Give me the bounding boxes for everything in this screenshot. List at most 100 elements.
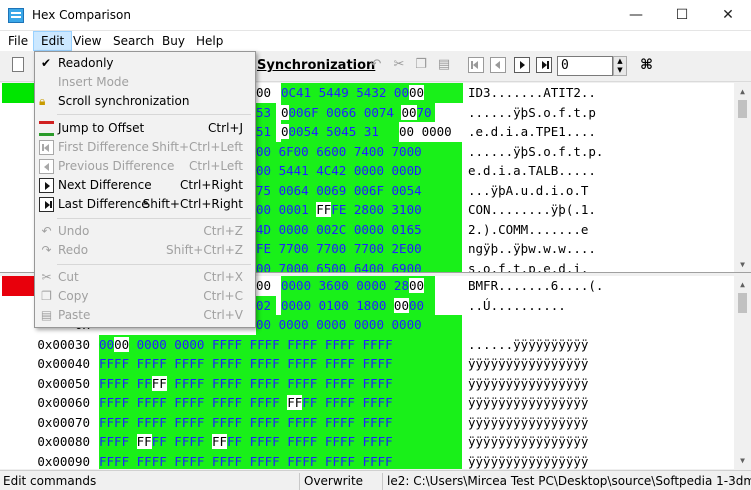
menu-item-readonly[interactable]: ✔ Readonly bbox=[37, 54, 253, 73]
menu-item-scroll-sync[interactable]: 🔒︎ Scroll synchronization bbox=[37, 92, 253, 111]
ascii-cell[interactable]: ÿÿÿÿÿÿÿÿÿÿÿÿÿÿÿÿ bbox=[468, 452, 588, 470]
address-cell: 0x00060 bbox=[37, 395, 90, 410]
hex-cell[interactable]: FFFF FFFF FFFF FFFF FFFF FFFF FFFF FFFF bbox=[99, 354, 462, 374]
menu-item-copy[interactable]: ❐ Copy Ctrl+C bbox=[37, 287, 253, 306]
cut-icon[interactable]: ✂ bbox=[391, 57, 407, 73]
lock-icon: 🔒︎ bbox=[39, 94, 46, 108]
ascii-cell[interactable]: ID3.......ATIT2.. bbox=[468, 83, 596, 103]
hex-cell[interactable]: 00054 5045 31 bbox=[281, 122, 399, 142]
hex-cell[interactable]: 0000 0100 1800 0000 bbox=[281, 295, 435, 315]
hex-cell[interactable]: FFFF FFFF FFFF FFFF FFFF FFFF FFFF FFFF bbox=[99, 393, 462, 413]
hex-cell[interactable]: 00 6F00 6600 7400 7000 bbox=[256, 141, 462, 161]
hex-cell[interactable]: 00 0000 bbox=[399, 122, 459, 142]
hex-cell[interactable]: FFFF FFFF FFFF FFFF FFFF FFFF FFFF FFFF bbox=[99, 432, 462, 452]
hex-cell[interactable]: 0000 3600 0000 2800 bbox=[281, 276, 435, 296]
ascii-cell[interactable]: ..Ú.......... bbox=[468, 296, 566, 316]
ascii-cell[interactable]: ......ÿþS.o.f.t.p. bbox=[468, 142, 603, 162]
menu-item-last-difference[interactable]: Last Difference Shift+Ctrl+Right bbox=[37, 195, 253, 214]
ascii-cell[interactable]: ÿÿÿÿÿÿÿÿÿÿÿÿÿÿÿÿ bbox=[468, 432, 588, 452]
hex-cell[interactable]: 0C41 5449 5432 0000 bbox=[281, 83, 463, 103]
new-file-icon[interactable] bbox=[12, 57, 24, 72]
hex-cell[interactable]: 51 bbox=[256, 122, 276, 142]
menu-item-undo[interactable]: ↶ Undo Ctrl+Z bbox=[37, 222, 253, 241]
paste-icon[interactable]: ▤ bbox=[436, 57, 452, 73]
scroll-down-icon[interactable]: ▼ bbox=[734, 452, 751, 469]
last-difference-icon[interactable] bbox=[536, 57, 552, 73]
ascii-cell[interactable]: BMFR.......6....(. bbox=[468, 276, 603, 296]
window-title: Hex Comparison bbox=[32, 8, 131, 22]
menu-item-first-difference[interactable]: First Difference Shift+Ctrl+Left bbox=[37, 138, 253, 157]
ascii-cell[interactable]: CON........ÿþ(.1. bbox=[468, 200, 596, 220]
hex-cell[interactable]: 4D 0000 002C 0000 0165 bbox=[256, 219, 462, 239]
next-difference-icon bbox=[39, 178, 54, 193]
hex-cell[interactable]: 00 0001 FFFE 2800 3100 bbox=[256, 200, 462, 220]
hex-cell[interactable]: FFFF FFFF FFFF FFFF FFFF FFFF FFFF FFFF bbox=[99, 412, 462, 432]
spin-down-icon[interactable]: ▼ bbox=[614, 66, 626, 75]
hex-cell[interactable]: 00 0000 0000 0000 0000 bbox=[256, 315, 462, 335]
hex-cell[interactable]: 0006F 0066 0074 0070 bbox=[281, 102, 435, 122]
ascii-cell[interactable]: 2.).COMM.......e bbox=[468, 220, 588, 240]
scroll-thumb[interactable] bbox=[738, 100, 747, 118]
menu-view[interactable]: View bbox=[66, 31, 108, 51]
menu-file[interactable]: File bbox=[1, 31, 35, 51]
copy-icon[interactable]: ❐ bbox=[413, 57, 429, 73]
ascii-cell[interactable]: ......ÿþS.o.f.t.p bbox=[468, 103, 596, 123]
hex-cell[interactable]: 0000 0000 0000 FFFF FFFF FFFF FFFF FFFF bbox=[99, 334, 462, 354]
hex-cell[interactable]: 53 bbox=[256, 102, 276, 122]
ascii-cell[interactable]: ÿÿÿÿÿÿÿÿÿÿÿÿÿÿÿÿ bbox=[468, 354, 588, 374]
hex-cell[interactable]: 00 bbox=[256, 83, 278, 103]
minimize-button[interactable]: — bbox=[613, 0, 659, 31]
hex-cell[interactable]: 02 bbox=[256, 295, 276, 315]
cut-icon: ✂ bbox=[41, 270, 52, 284]
hex-cell[interactable]: 00 5441 4C42 0000 000D bbox=[256, 161, 462, 181]
menu-item-redo[interactable]: ↷ Redo Shift+Ctrl+Z bbox=[37, 241, 253, 260]
scroll-up-icon[interactable]: ▲ bbox=[734, 276, 751, 293]
first-difference-icon[interactable] bbox=[468, 57, 484, 73]
menu-buy[interactable]: Buy bbox=[155, 31, 192, 51]
menu-item-jump-to-offset[interactable]: Jump to Offset Ctrl+J bbox=[37, 119, 253, 138]
address-cell: 0x00090 bbox=[37, 453, 90, 469]
ascii-cell[interactable]: ...ÿþA.u.d.i.o.T bbox=[468, 181, 588, 201]
scroll-up-icon[interactable]: ▲ bbox=[734, 83, 751, 100]
find-binoculars-icon[interactable]: ⌘ bbox=[640, 57, 653, 73]
menu-item-previous-difference[interactable]: Previous Difference Ctrl+Left bbox=[37, 157, 253, 176]
ascii-cell[interactable]: ngÿþ..ÿþw.w.w.... bbox=[468, 239, 596, 259]
ascii-cell[interactable]: ......ÿÿÿÿÿÿÿÿÿÿ bbox=[468, 335, 588, 355]
menu-item-paste[interactable]: ▤ Paste Ctrl+V bbox=[37, 306, 253, 325]
hex-cell[interactable]: 75 0064 0069 006F 0054 bbox=[256, 180, 462, 200]
maximize-button[interactable]: ☐ bbox=[659, 0, 705, 31]
synchronization-button[interactable]: Synchronization bbox=[257, 58, 375, 73]
ascii-cell[interactable]: ÿÿÿÿÿÿÿÿÿÿÿÿÿÿÿÿ bbox=[468, 413, 588, 433]
hex-cell[interactable]: FFFF FFFF FFFF FFFF FFFF FFFF FFFF FFFF bbox=[99, 451, 462, 469]
offset-spinner[interactable]: ▲ ▼ bbox=[613, 56, 627, 76]
hex-cell[interactable]: FFFF FFFF FFFF FFFF FFFF FFFF FFFF FFFF bbox=[99, 373, 462, 393]
table-row: 0x00070 FFFF FFFF FFFF FFFF FFFF FFFF FF… bbox=[0, 412, 751, 433]
previous-difference-icon bbox=[39, 159, 54, 174]
scroll-down-icon[interactable]: ▼ bbox=[734, 256, 751, 272]
ascii-cell[interactable]: ÿÿÿÿÿÿÿÿÿÿÿÿÿÿÿÿ bbox=[468, 374, 588, 394]
previous-difference-icon[interactable] bbox=[490, 57, 506, 73]
next-difference-icon[interactable] bbox=[514, 57, 530, 73]
hex-cell[interactable]: 00 7000 6500 6400 6900 bbox=[256, 258, 462, 272]
hex-cell[interactable]: 00 bbox=[256, 276, 278, 296]
ascii-cell[interactable]: e.d.i.a.TALB..... bbox=[468, 161, 596, 181]
hex-cell[interactable]: FE 7700 7700 7700 2E00 bbox=[256, 239, 462, 259]
close-button[interactable]: ✕ bbox=[705, 0, 751, 31]
menu-item-insert-mode[interactable]: Insert Mode bbox=[37, 73, 253, 92]
ascii-cell[interactable]: .e.d.i.a.TPE1.... bbox=[468, 122, 596, 142]
undo-icon[interactable]: ↶ bbox=[368, 57, 384, 73]
app-icon bbox=[8, 8, 24, 23]
ascii-cell[interactable]: s.o.f.t.p.e.d.i. bbox=[468, 259, 588, 273]
ascii-cell[interactable]: ÿÿÿÿÿÿÿÿÿÿÿÿÿÿÿÿ bbox=[468, 393, 588, 413]
menu-item-cut[interactable]: ✂ Cut Ctrl+X bbox=[37, 268, 253, 287]
offset-input[interactable]: 0 bbox=[557, 56, 613, 76]
menu-search[interactable]: Search bbox=[106, 31, 161, 51]
menu-help[interactable]: Help bbox=[189, 31, 230, 51]
address-cell: 0x00080 bbox=[37, 434, 90, 449]
spin-up-icon[interactable]: ▲ bbox=[614, 57, 626, 66]
menu-item-next-difference[interactable]: Next Difference Ctrl+Right bbox=[37, 176, 253, 195]
table-row: 0x00090 FFFF FFFF FFFF FFFF FFFF FFFF FF… bbox=[0, 451, 751, 470]
bottom-vertical-scrollbar[interactable]: ▲ ▼ bbox=[734, 276, 751, 469]
scroll-thumb[interactable] bbox=[738, 293, 747, 313]
top-vertical-scrollbar[interactable]: ▲ ▼ bbox=[734, 83, 751, 272]
